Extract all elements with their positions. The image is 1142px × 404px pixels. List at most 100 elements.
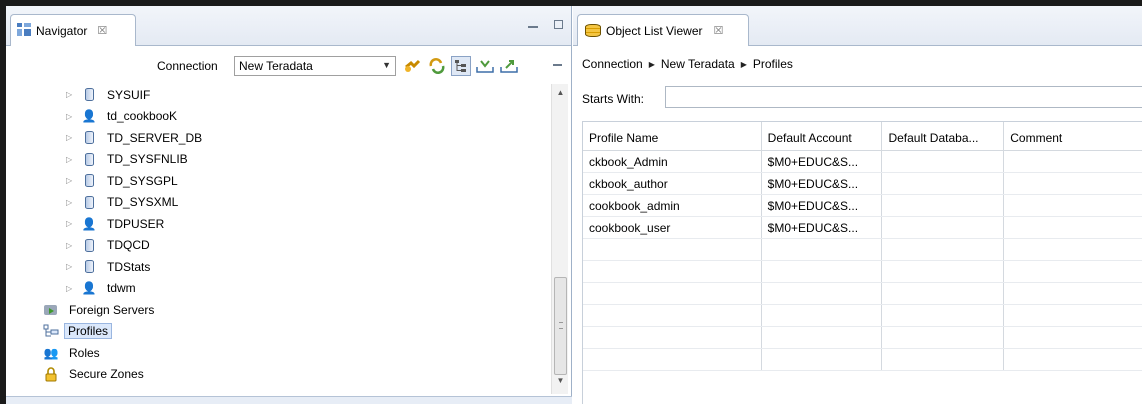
expand-arrow-icon[interactable]: ▷ [66,284,80,293]
column-header-default-database[interactable]: Default Databa... [882,122,1005,150]
tree-layout-icon[interactable] [451,56,471,76]
column-header-profile-name[interactable]: Profile Name [583,122,762,150]
export-icon[interactable] [499,56,519,76]
empty-table-row [583,283,1142,305]
expand-arrow-icon[interactable]: ▷ [66,133,80,142]
expand-arrow-icon[interactable]: ▷ [66,198,80,207]
table-cell [762,327,883,348]
empty-table-row [583,327,1142,349]
foreign-servers-icon [42,303,60,317]
connection-toolbar: Connection New Teradata ▼ [6,54,572,78]
tree-item-database[interactable]: ▷ TD_SYSFNLIB [6,149,546,171]
table-cell [1004,217,1142,238]
navigator-scrollbar[interactable]: ▲ ▼ [551,84,568,394]
breadcrumb-item[interactable]: Connection [582,57,643,71]
tab-object-list-viewer[interactable]: Object List Viewer ☒ [577,14,749,46]
tree-item-label: Foreign Servers [69,302,155,317]
starts-with-input[interactable] [665,86,1142,108]
tree-item-label: TD_SYSFNLIB [107,152,188,167]
minimize-icon[interactable] [528,26,538,28]
tree-item-database[interactable]: ▷ SYSUIF [6,84,546,106]
table-cell [882,217,1005,238]
expand-arrow-icon[interactable]: ▷ [66,241,80,250]
table-cell: $M0+EDUC&S... [762,173,883,194]
close-icon[interactable]: ☒ [97,24,107,37]
table-cell [1004,305,1142,326]
expand-arrow-icon[interactable]: ▷ [66,112,80,121]
import-icon[interactable] [475,56,495,76]
table-cell [882,239,1005,260]
empty-table-row [583,261,1142,283]
tree-item-user[interactable]: ▷ 👤 tdwm [6,278,546,300]
breadcrumb-separator-icon: ▶ [740,59,747,69]
view-menu-minimize-icon[interactable] [553,64,562,66]
table-row[interactable]: cookbook_user $M0+EDUC&S... [583,217,1142,239]
expand-arrow-icon[interactable]: ▷ [66,90,80,99]
expand-arrow-icon[interactable]: ▷ [66,262,80,271]
column-header-comment[interactable]: Comment [1004,122,1142,150]
connect-icon[interactable] [403,56,423,76]
table-cell: $M0+EDUC&S... [762,195,883,216]
connection-dropdown[interactable]: New Teradata ▼ [234,56,396,76]
tree-item-foreign-servers[interactable]: Foreign Servers [6,299,546,321]
table-cell [882,327,1005,348]
navigator-view: Navigator ☒ Connection New Teradata ▼ ▷ … [6,6,572,404]
tree-item-label: TD_SYSGPL [107,173,178,188]
tab-navigator[interactable]: Navigator ☒ [10,14,136,46]
scroll-up-icon[interactable]: ▲ [552,88,569,104]
breadcrumb-item[interactable]: Profiles [753,57,793,71]
empty-table-row [583,305,1142,327]
close-icon[interactable]: ☒ [714,24,724,37]
table-cell [583,239,762,260]
expand-arrow-icon[interactable]: ▷ [66,219,80,228]
column-header-default-account[interactable]: Default Account [762,122,883,150]
table-cell: cookbook_user [583,217,762,238]
refresh-icon[interactable] [427,56,447,76]
navigator-icon [17,22,32,39]
table-cell [882,195,1005,216]
table-cell [1004,349,1142,370]
grip-icon [559,322,563,329]
navigator-bottom-edge [6,396,572,404]
scrollbar-thumb[interactable] [554,277,567,375]
expand-arrow-icon[interactable]: ▷ [66,176,80,185]
tree-item-database[interactable]: ▷ TD_SYSGPL [6,170,546,192]
empty-table-row [583,239,1142,261]
table-cell [1004,283,1142,304]
table-cell: $M0+EDUC&S... [762,217,883,238]
tree-item-label: TDPUSER [107,216,165,231]
table-cell [1004,327,1142,348]
table-row[interactable]: ckbook_Admin $M0+EDUC&S... [583,151,1142,173]
breadcrumb: Connection ▶ New Teradata ▶ Profiles [582,57,793,71]
tree-item-label: TDStats [107,259,151,274]
tree-item-label: TDQCD [107,238,150,253]
table-row[interactable]: cookbook_admin $M0+EDUC&S... [583,195,1142,217]
database-icon [84,260,94,274]
expand-arrow-icon[interactable]: ▷ [66,155,80,164]
tree-item-database[interactable]: ▷ TD_SYSXML [6,192,546,214]
olv-tab-bar: Object List Viewer ☒ [573,6,1142,46]
lock-icon [42,367,60,382]
table-cell [762,261,883,282]
table-cell [1004,195,1142,216]
tree-item-secure-zones[interactable]: Secure Zones [6,364,546,386]
tree-item-database[interactable]: ▷ TD_SERVER_DB [6,127,546,149]
table-row[interactable]: ckbook_author $M0+EDUC&S... [583,173,1142,195]
tree-item-user[interactable]: ▷ 👤 TDPUSER [6,213,546,235]
scroll-down-icon[interactable]: ▼ [552,376,569,392]
user-icon: 👤 [81,109,97,124]
table-cell [1004,261,1142,282]
maximize-icon[interactable] [554,20,563,29]
table-cell [583,283,762,304]
breadcrumb-item[interactable]: New Teradata [661,57,735,71]
database-icon [84,131,94,145]
user-icon: 👤 [81,281,97,296]
database-icon [84,174,94,188]
tree-item-roles[interactable]: 👥 Roles [6,342,546,364]
tree-item-user[interactable]: ▷ 👤 td_cookbooK [6,106,546,128]
breadcrumb-separator-icon: ▶ [648,59,655,69]
tree-item-database[interactable]: ▷ TDQCD [6,235,546,257]
tree-item-profiles[interactable]: Profiles [6,321,546,343]
empty-table-row [583,349,1142,371]
tree-item-database[interactable]: ▷ TDStats [6,256,546,278]
